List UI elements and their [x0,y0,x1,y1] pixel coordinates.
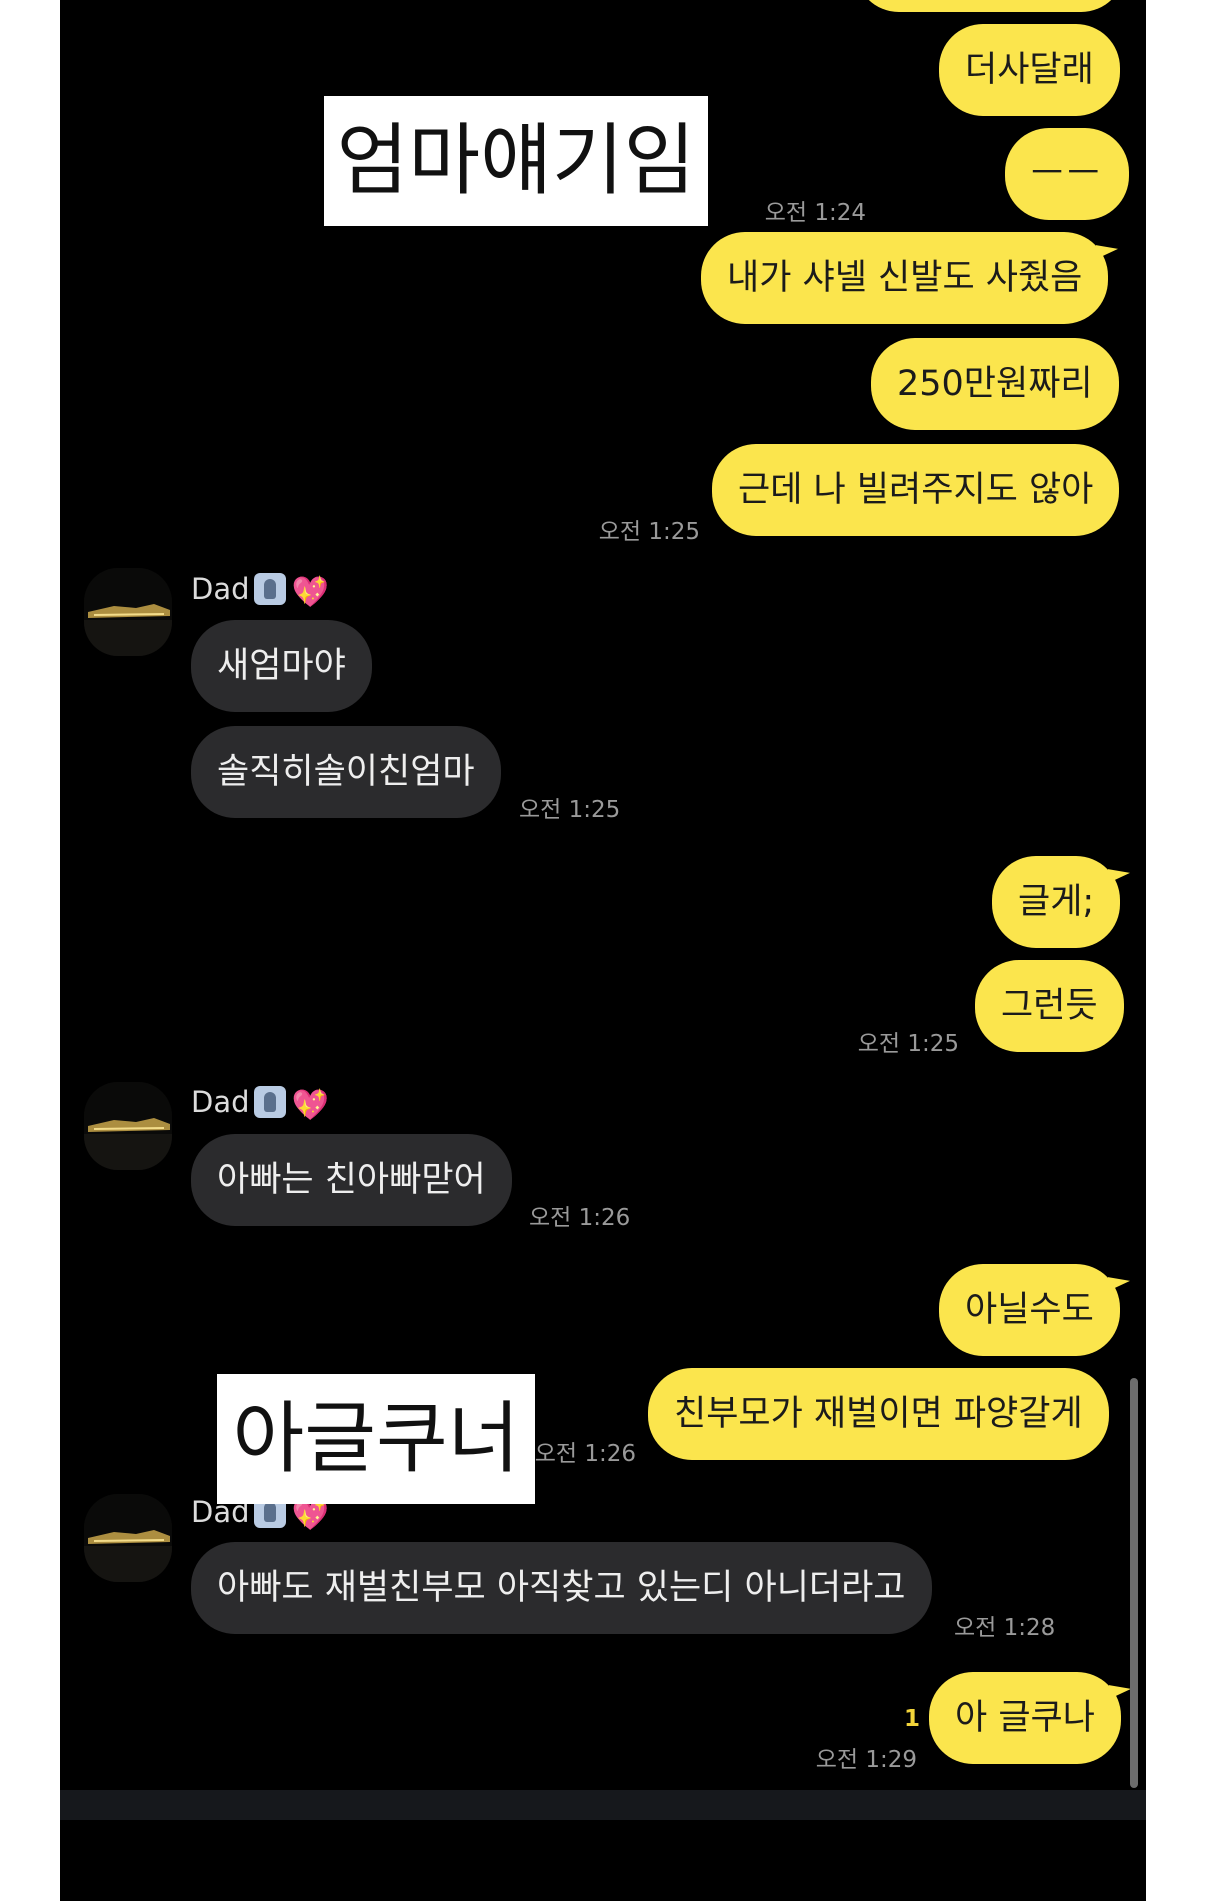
contact-name-text: Dad [191,572,250,606]
message-bubble-partial [855,0,1125,12]
message-bubble-incoming[interactable]: 아빠는 친아빠맏어 [191,1134,512,1226]
message-bubble-outgoing[interactable]: 더사달래 [939,24,1120,116]
message-bubble-outgoing[interactable]: 아 글쿠나 [929,1672,1121,1764]
unread-count: 1 [904,1706,921,1732]
message-bubble-outgoing[interactable]: 그런듯 [975,960,1124,1052]
message-timestamp: 오전 1:29 [815,1747,917,1773]
overlay-caption: 아글쿠너 [217,1374,535,1504]
message-bubble-outgoing[interactable]: 친부모가 재벌이면 파양갈게 [648,1368,1109,1460]
message-bubble-incoming[interactable]: 솔직히솔이친엄마 [191,726,501,818]
chat-screen: 더사달래 ㅡㅡ 오전 1:24 내가 샤넬 신발도 사줬음 250만원짜리 근데… [60,0,1146,1901]
contact-name: Dad 💖 [191,1082,329,1126]
overlay-caption: 엄마얘기임 [324,96,708,226]
sparkling-heart-icon: 💖 [291,1088,329,1123]
message-timestamp: 오전 1:25 [598,519,700,545]
message-timestamp: 오전 1:25 [519,797,621,823]
chat-message-list[interactable]: 더사달래 ㅡㅡ 오전 1:24 내가 샤넬 신발도 사줬음 250만원짜리 근데… [60,0,1146,1790]
person-in-frame-icon [253,573,286,605]
contact-name-text: Dad [191,1085,250,1119]
message-bubble-outgoing[interactable]: 250만원짜리 [871,338,1119,430]
message-bubble-incoming[interactable]: 새엄마야 [191,620,372,712]
message-timestamp: 오전 1:28 [954,1615,1056,1641]
message-bubble-outgoing[interactable]: 내가 샤넬 신발도 사줬음 [701,232,1109,324]
contact-avatar[interactable] [84,1082,172,1170]
message-timestamp: 오전 1:25 [857,1031,959,1057]
contact-name: Dad 💖 [191,569,329,613]
message-bubble-incoming[interactable]: 아빠도 재벌친부모 아직찾고 있는디 아니더라고 [191,1542,932,1634]
contact-avatar[interactable] [84,568,172,656]
message-timestamp: 오전 1:26 [534,1441,636,1467]
message-bubble-outgoing[interactable]: 근데 나 빌려주지도 않아 [712,444,1120,536]
message-bubble-outgoing[interactable]: 아닐수도 [939,1264,1120,1356]
person-in-frame-icon [253,1086,286,1118]
message-timestamp: 오전 1:24 [764,200,866,226]
sparkling-heart-icon: 💖 [291,575,329,610]
message-bubble-outgoing[interactable]: 글게; [992,856,1121,948]
message-bubble-outgoing[interactable]: ㅡㅡ [1005,128,1130,220]
message-timestamp: 오전 1:26 [529,1205,631,1231]
scrollbar[interactable] [1130,1378,1138,1788]
contact-avatar[interactable] [84,1494,172,1582]
input-bar-edge [60,1790,1146,1820]
